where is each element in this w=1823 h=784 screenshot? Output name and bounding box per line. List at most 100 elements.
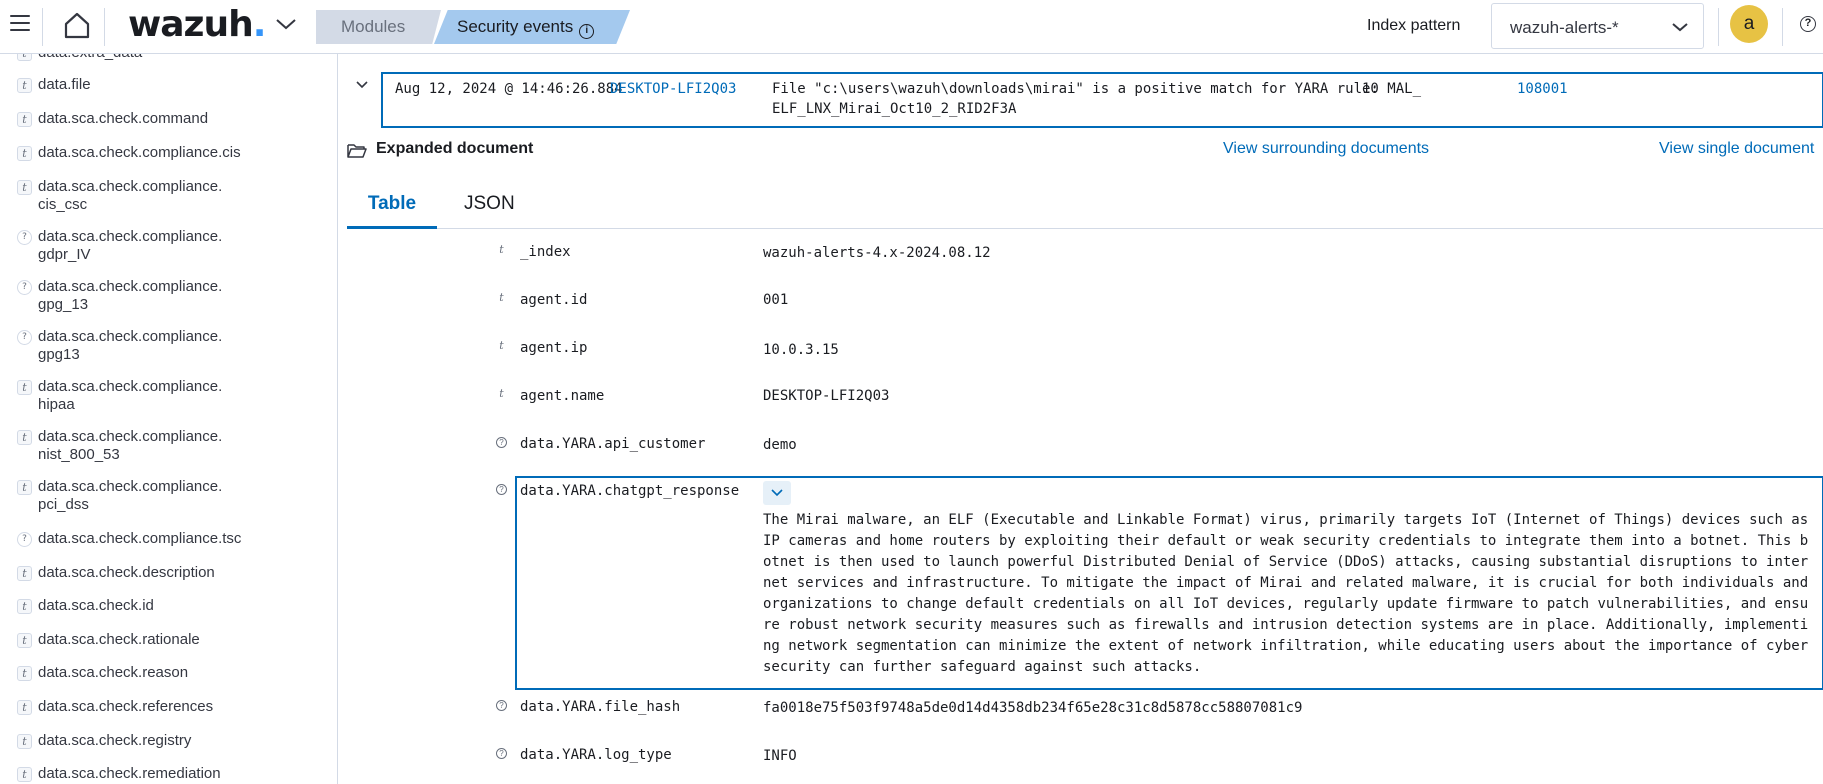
home-icon[interactable] [62,10,92,40]
logo-dot: . [252,4,267,45]
string-type-icon: t [17,700,32,715]
help-icon[interactable]: ? [1800,16,1816,32]
field-name: data.sca.check.rationale [38,631,200,648]
rule-id-link[interactable]: 108001 [1517,79,1568,99]
field-value: wazuh-alerts-4.x-2024.08.12 [763,245,991,261]
expand-value-button[interactable] [763,481,791,505]
field-name: data.sca.check.compliance. [38,178,223,195]
menu-icon[interactable] [10,15,30,33]
chevron-down-icon [1672,23,1688,32]
field-name: pci_dss [38,496,89,513]
string-type-icon: t [17,633,32,648]
field-name: gpg_13 [38,296,89,313]
field-name: agent.ip [520,340,588,356]
index-pattern-value: wazuh-alerts-* [1510,18,1619,37]
string-type-icon: t [17,666,32,681]
field-value: INFO [763,748,797,764]
field-name: gdpr_IV [38,246,91,263]
string-type-icon: t [17,599,32,614]
string-type-icon: t [17,54,32,61]
string-type-icon: t [17,767,32,782]
tab-json[interactable]: JSON [464,177,515,229]
field-name: gpg13 [38,346,80,363]
unknown-type-icon: ? [17,230,32,245]
field-name: nist_800_53 [38,446,120,463]
header-divider [104,8,105,46]
tab-table[interactable]: Table [347,177,437,229]
unknown-type-icon: ? [17,532,32,547]
wazuh-logo[interactable]: wazuh. [128,4,267,45]
string-type-icon: t [499,291,504,304]
folder-open-icon [347,144,367,158]
chatgpt-response-text: The Mirai malware, an ELF (Executable an… [763,512,1809,675]
field-name: hipaa [38,396,75,413]
field-name: data.sca.check.compliance. [38,478,223,495]
field-name: data.sca.check.compliance.tsc [38,530,242,547]
field-name: data.extra_data [38,54,268,62]
unknown-type-icon: ? [17,330,32,345]
unknown-type-icon: ? [17,280,32,295]
unknown-type-icon: ? [496,484,507,495]
string-type-icon: t [17,380,32,395]
unknown-type-icon: ? [496,437,507,448]
field-name: _index [520,244,571,260]
document-row[interactable]: Aug 12, 2024 @ 14:46:26.884 DESKTOP-LFI2… [381,72,1823,128]
unknown-type-icon: ? [496,748,507,759]
avatar[interactable]: a [1730,5,1768,43]
timestamp-cell: Aug 12, 2024 @ 14:46:26.884 [395,81,623,97]
field-name: agent.name [520,388,605,404]
description-line-1: File "c:\users\wazuh\downloads\mirai" is… [772,81,1422,97]
field-value: fa0018e75f503f9748a5de0d14d4358db234f65e… [763,700,1303,716]
field-name: data.sca.check.registry [38,732,192,749]
string-type-icon: t [499,387,504,400]
field-name: data.sca.check.compliance. [38,228,223,245]
document-tabs: Table JSON [347,177,1823,229]
field-name: data.sca.check.compliance. [38,328,223,345]
field-value: demo [763,437,797,453]
string-type-icon: t [499,339,504,352]
document-panel: Aug 12, 2024 @ 14:46:26.884 DESKTOP-LFI2… [339,54,1823,784]
logo-text: wazuh [128,4,254,45]
agent-id-link[interactable]: 001 [763,292,788,308]
field-name: data.sca.check.compliance. [38,428,223,445]
string-type-icon: t [499,243,504,256]
info-icon[interactable]: i [579,24,595,39]
field-name: data.YARA.file_hash [520,699,681,715]
string-type-icon: t [17,112,32,127]
index-pattern-label: Index pattern [1367,17,1461,34]
chevron-down-icon[interactable] [274,16,298,32]
breadcrumb-modules[interactable]: Modules [316,10,441,44]
field-list-sidebar: t data.extra_data t data.file t data.sca.ch… [0,54,338,784]
header-divider [1718,8,1719,46]
field-name: data.sca.check.references [38,698,214,715]
field-name: data.YARA.chatgpt_response [520,483,740,499]
field-name: data.YARA.log_type [520,747,672,763]
chevron-down-icon [771,489,783,497]
field-name: data.sca.check.compliance. [38,378,223,395]
agent-link[interactable]: DESKTOP-LFI2Q03 [610,79,736,99]
unknown-type-icon: ? [496,700,507,711]
string-type-icon: t [17,146,32,161]
field-name: data.sca.check.compliance. [38,278,223,295]
field-name: cis_csc [38,196,88,213]
index-pattern-select[interactable]: wazuh-alerts-* [1491,3,1704,49]
field-name: agent.id [520,292,588,308]
top-header: wazuh. Modules Security events i Index pa… [0,0,1823,54]
string-type-icon: t [17,566,32,581]
expanded-document-title: Expanded document [376,140,534,157]
view-single-document-link[interactable]: View single document [1659,140,1814,158]
field-name: data.sca.check.id [38,597,154,614]
agent-name-link[interactable]: DESKTOP-LFI2Q03 [763,388,889,404]
description-line-2: ELF_LNX_Mirai_Oct10_2_RID2F3A [772,101,1017,117]
field-name: data.sca.check.description [38,564,215,581]
chevron-down-icon[interactable] [355,80,369,90]
header-divider [42,8,43,46]
view-surrounding-documents-link[interactable]: View surrounding documents [1223,140,1429,158]
breadcrumb-label: Security events [457,17,574,36]
field-value: 10.0.3.15 [763,342,839,358]
field-name: data.sca.check.command [38,110,209,127]
string-type-icon: t [17,480,32,495]
breadcrumb-security-events[interactable]: Security events i [434,10,630,44]
field-name: data.sca.check.remediation [38,765,221,782]
field-name: data.sca.check.reason [38,664,189,681]
